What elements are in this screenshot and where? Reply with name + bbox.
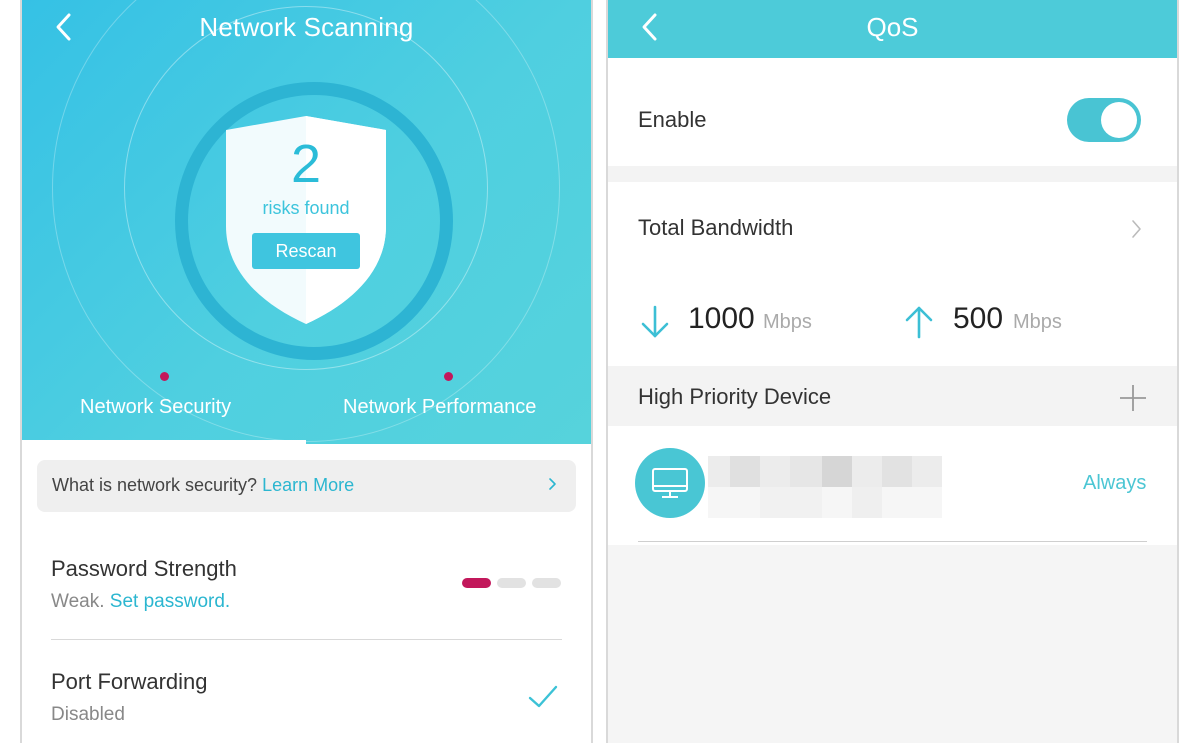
info-question: What is network security? [52, 475, 258, 495]
rescan-button[interactable]: Rescan [252, 233, 360, 269]
enable-label: Enable [638, 107, 707, 132]
device-schedule[interactable]: Always [1083, 472, 1146, 495]
risk-label: risks found [262, 198, 350, 218]
password-strength-title: Password Strength [51, 556, 237, 581]
tab-network-performance[interactable]: Network Performance [343, 396, 536, 419]
upload-arrow-icon [905, 306, 933, 339]
set-password-link[interactable]: Set password. [110, 591, 230, 612]
strength-bar-2 [497, 578, 526, 588]
page-title: QoS [866, 12, 919, 42]
active-tab-indicator [22, 440, 306, 444]
upload-speed: 500 [953, 302, 1004, 335]
strength-bar-3 [532, 578, 561, 588]
row-divider [51, 639, 562, 640]
device-avatar [635, 448, 705, 518]
download-unit: Mbps [763, 311, 812, 333]
high-priority-label: High Priority Device [638, 384, 832, 409]
section-gap [608, 166, 1177, 182]
port-forwarding-status: Disabled [51, 704, 125, 725]
left-screen-edge-right [591, 0, 593, 743]
right-screen-edge-right [1177, 0, 1179, 743]
password-strength-status: Weak. Set password. [51, 591, 230, 613]
empty-area [608, 545, 1177, 743]
risk-count: 2 [290, 134, 322, 194]
qos-enable-toggle[interactable] [1067, 98, 1141, 142]
qos-screen: QoS Enable Total Bandwidth 1000 Mbps 500… [608, 0, 1177, 743]
page-title: Network Scanning [199, 12, 414, 42]
performance-alert-dot [444, 372, 453, 381]
security-alert-dot [160, 372, 169, 381]
port-forwarding-title: Port Forwarding [51, 669, 208, 694]
qos-header: QoS [608, 0, 1177, 58]
upload-unit: Mbps [1013, 311, 1062, 333]
chevron-right-icon [1132, 220, 1141, 238]
learn-more-link[interactable]: Learn More [262, 475, 354, 495]
network-scanning-screen: Network Scanning 2 risks found Rescan Ne… [22, 0, 591, 743]
checkmark-icon [528, 685, 558, 708]
strength-bar-1 [462, 578, 491, 588]
download-speed: 1000 [688, 302, 755, 335]
download-arrow-icon [641, 305, 669, 338]
learn-more-banner[interactable]: What is network security? Learn More [37, 460, 576, 512]
device-divider [638, 541, 1147, 542]
device-name-redacted [708, 456, 942, 518]
tab-network-security[interactable]: Network Security [80, 396, 231, 419]
password-status-text: Weak. [51, 591, 105, 612]
total-bandwidth-label: Total Bandwidth [638, 215, 794, 240]
chevron-right-icon [549, 478, 556, 490]
monitor-icon [652, 468, 688, 498]
toggle-knob [1101, 102, 1137, 138]
info-text: What is network security? Learn More [52, 475, 354, 496]
add-device-icon[interactable] [1118, 383, 1148, 413]
scan-hero: Network Scanning 2 risks found Rescan Ne… [22, 0, 591, 444]
